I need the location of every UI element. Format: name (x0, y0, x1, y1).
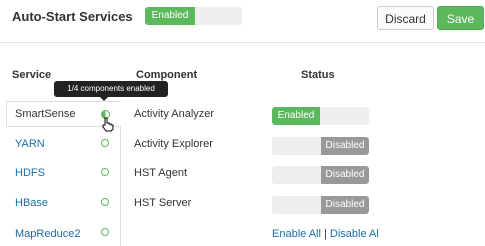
service-item-mapreduce2[interactable]: MapReduce2 (15, 228, 80, 240)
circle-outline-icon (101, 228, 109, 236)
header-divider (0, 42, 485, 43)
component-name: Activity Analyzer (134, 108, 215, 120)
bulk-actions: Enable All | Disable Al (272, 228, 379, 240)
enable-all-link[interactable]: Enable All (272, 228, 321, 240)
service-item-yarn[interactable]: YARN (15, 138, 45, 150)
column-header-component: Component (136, 69, 198, 81)
status-disabled-label: Disabled (321, 166, 369, 184)
page-title: Auto-Start Services (12, 9, 133, 24)
status-disabled-label: Disabled (321, 137, 369, 155)
circle-outline-icon (101, 168, 109, 176)
discard-button[interactable]: Discard (377, 6, 434, 30)
service-item-hdfs[interactable]: HDFS (15, 167, 45, 179)
component-name: HST Server (134, 197, 192, 209)
circle-outline-icon (101, 139, 109, 147)
component-name: HST Agent (134, 167, 187, 179)
component-status-toggle[interactable]: Disabled (272, 137, 369, 155)
auto-start-master-toggle[interactable]: Enabled (145, 7, 242, 25)
service-label-smartsense: SmartSense (15, 108, 76, 120)
save-button[interactable]: Save (437, 6, 484, 30)
status-enabled-label: Enabled (272, 107, 320, 125)
bulk-separator: | (324, 228, 327, 240)
service-item-hbase[interactable]: HBase (15, 197, 48, 209)
component-status-toggle[interactable]: Enabled (272, 107, 369, 125)
status-disabled-label: Disabled (321, 196, 369, 214)
disable-all-link[interactable]: Disable Al (330, 228, 379, 240)
component-status-toggle[interactable]: Disabled (272, 196, 369, 214)
components-tooltip: 1/4 components enabled (54, 81, 168, 97)
circle-outline-icon (101, 198, 109, 206)
master-toggle-enabled-label: Enabled (145, 7, 195, 25)
service-list-divider (120, 127, 121, 246)
column-header-service: Service (12, 69, 52, 81)
hand-cursor-icon (102, 117, 114, 132)
column-header-status: Status (301, 69, 335, 81)
component-status-toggle[interactable]: Disabled (272, 166, 369, 184)
component-name: Activity Explorer (134, 138, 213, 150)
